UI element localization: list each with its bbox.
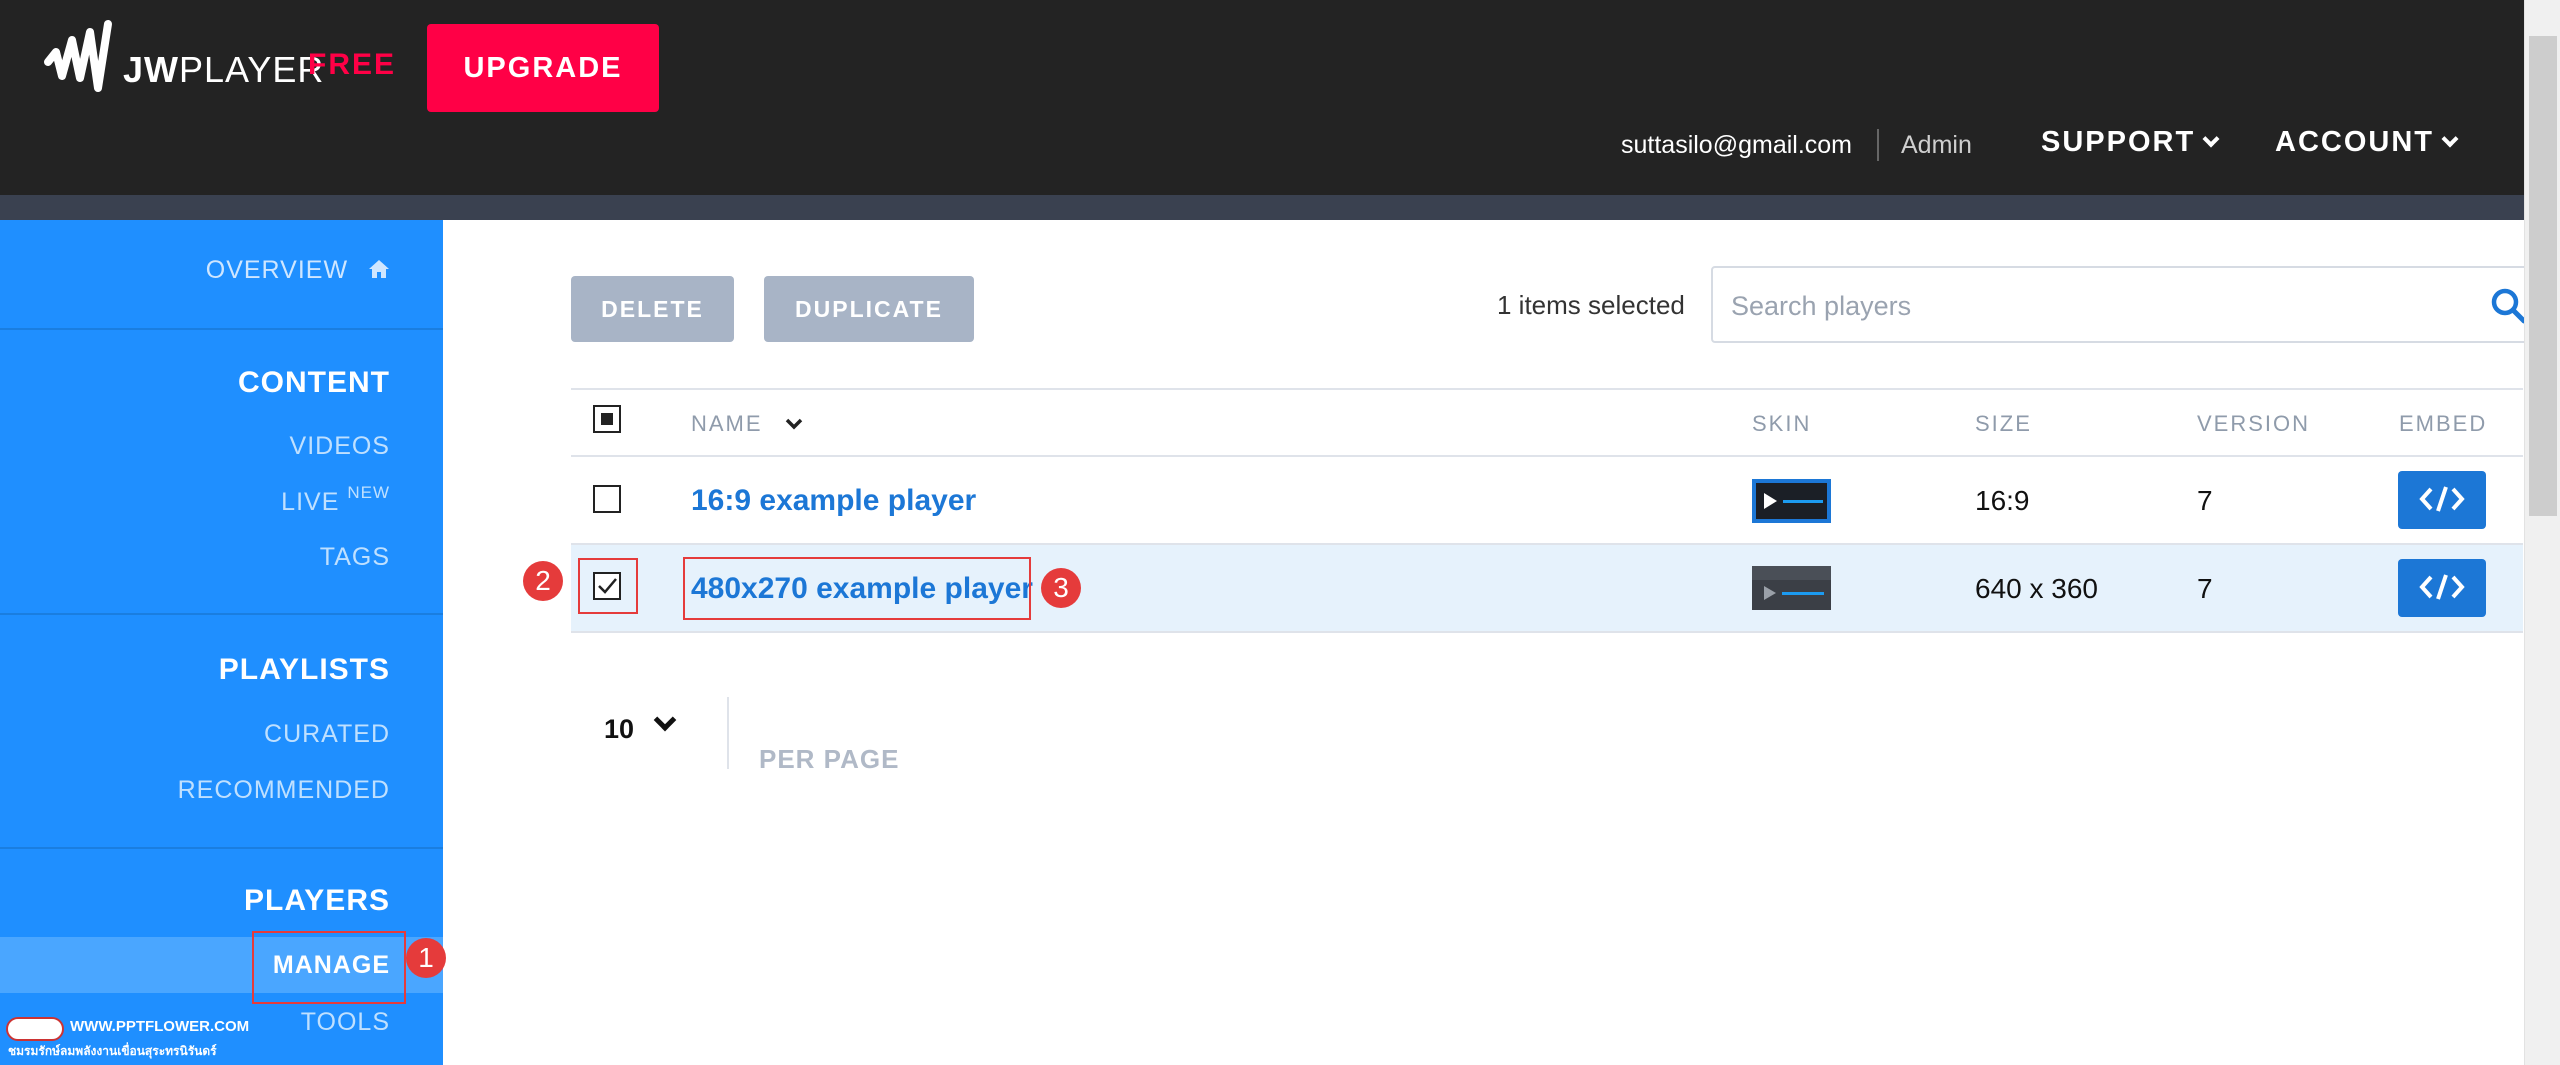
top-header: JWPLAYER FREE UPGRADE suttasilo@gmail.co…: [0, 0, 2560, 195]
search-icon[interactable]: [2489, 286, 2529, 326]
per-page-label: PER PAGE: [759, 744, 900, 774]
header-subbar: [0, 195, 2560, 220]
jwplayer-logo-icon[interactable]: [42, 18, 126, 106]
column-header-embed: EMBED: [2399, 411, 2488, 436]
logo-wordmark[interactable]: JWPLAYER: [123, 49, 324, 91]
skin-thumbnail-icon[interactable]: [1752, 479, 1831, 523]
annotation-highlight: [683, 557, 1031, 620]
watermark: WWW.PPTFLOWER.COM ชมรมรักษ์ลมพลังงานเขื่…: [6, 1015, 249, 1060]
sidebar-item-curated[interactable]: CURATED: [264, 720, 390, 749]
column-header-size: SIZE: [1975, 411, 2032, 436]
per-page-select[interactable]: 10: [604, 714, 634, 745]
upgrade-button[interactable]: UPGRADE: [427, 24, 659, 112]
watermark-url: WWW.PPTFLOWER.COM: [70, 1018, 250, 1035]
sort-chevron-icon[interactable]: [785, 417, 803, 431]
header-divider: [1877, 129, 1879, 161]
scrollbar-thumb[interactable]: [2529, 36, 2557, 516]
code-icon: [2419, 573, 2465, 600]
watermark-caption: ชมรมรักษ์ลมพลังงานเขื่อนสุระทรนิรันดร์: [8, 1044, 217, 1058]
annotation-badge: 3: [1041, 568, 1081, 608]
pagination-divider: [727, 697, 729, 769]
duplicate-button[interactable]: DUPLICATE: [764, 276, 974, 342]
sidebar-item-videos[interactable]: VIDEOS: [290, 432, 390, 461]
annotation-highlight: [578, 558, 638, 614]
sidebar-item-recommended[interactable]: RECOMMENDED: [178, 776, 390, 805]
table-top-border: [571, 388, 2523, 390]
account-menu[interactable]: ACCOUNT: [2275, 126, 2459, 159]
column-header-version: VERSION: [2197, 411, 2311, 436]
account-label: ACCOUNT: [2275, 126, 2434, 158]
indeterminate-icon: [601, 413, 613, 425]
annotation-badge: 1: [406, 938, 446, 978]
sidebar-heading-playlists[interactable]: PLAYLISTS: [219, 653, 390, 687]
column-header-skin: SKIN: [1752, 411, 1812, 436]
plan-badge: FREE: [308, 48, 397, 81]
embed-button[interactable]: [2398, 471, 2486, 529]
watermark-logo-icon: [6, 1017, 64, 1041]
table-header-border: [571, 455, 2523, 457]
select-all-checkbox[interactable]: [593, 405, 621, 433]
sidebar-divider: [0, 847, 443, 849]
home-icon: [369, 260, 389, 278]
chevron-down-icon[interactable]: [653, 708, 677, 732]
player-version: 7: [2197, 573, 2213, 604]
vertical-scrollbar[interactable]: [2524, 0, 2560, 1065]
selected-count: 1 items selected: [1497, 290, 1685, 320]
column-header-name[interactable]: NAME: [691, 411, 803, 437]
search-input[interactable]: [1731, 286, 2431, 326]
player-version: 7: [2197, 485, 2213, 516]
delete-button[interactable]: DELETE: [571, 276, 734, 342]
sidebar-divider: [0, 328, 443, 330]
row-checkbox[interactable]: [593, 485, 621, 513]
chevron-down-icon: [2202, 130, 2220, 148]
search-box[interactable]: [1711, 266, 2531, 343]
sidebar-item-tools[interactable]: TOOLS: [301, 1008, 390, 1037]
user-role: Admin: [1901, 131, 1972, 159]
embed-button[interactable]: [2398, 559, 2486, 617]
support-label: SUPPORT: [2041, 126, 2196, 158]
player-size: 640 x 360: [1975, 573, 2098, 604]
sidebar-item-overview[interactable]: OVERVIEW: [206, 256, 390, 285]
annotation-highlight: [252, 931, 406, 1004]
sidebar-item-label: OVERVIEW: [205, 256, 349, 284]
support-menu[interactable]: SUPPORT: [2041, 126, 2220, 159]
player-name-link[interactable]: 16:9 example player: [691, 484, 976, 518]
player-size: 16:9: [1975, 485, 2030, 516]
sidebar-item-tags[interactable]: TAGS: [320, 543, 390, 572]
annotation-badge: 2: [523, 561, 563, 601]
code-icon: [2419, 485, 2465, 512]
sidebar-divider: [0, 613, 443, 615]
sidebar-heading-players[interactable]: PLAYERS: [244, 884, 390, 918]
column-header-label: NAME: [691, 411, 763, 436]
user-email: suttasilo@gmail.com: [1621, 131, 1853, 159]
sidebar-heading-content[interactable]: CONTENT: [238, 366, 390, 400]
row-divider: [571, 631, 2523, 633]
sidebar-item-label: LIVE: [281, 488, 340, 516]
chevron-down-icon: [2441, 130, 2459, 148]
sidebar-item-live[interactable]: LIVE NEW: [281, 483, 390, 517]
new-badge: NEW: [347, 483, 390, 502]
skin-thumbnail-icon[interactable]: [1752, 566, 1831, 610]
